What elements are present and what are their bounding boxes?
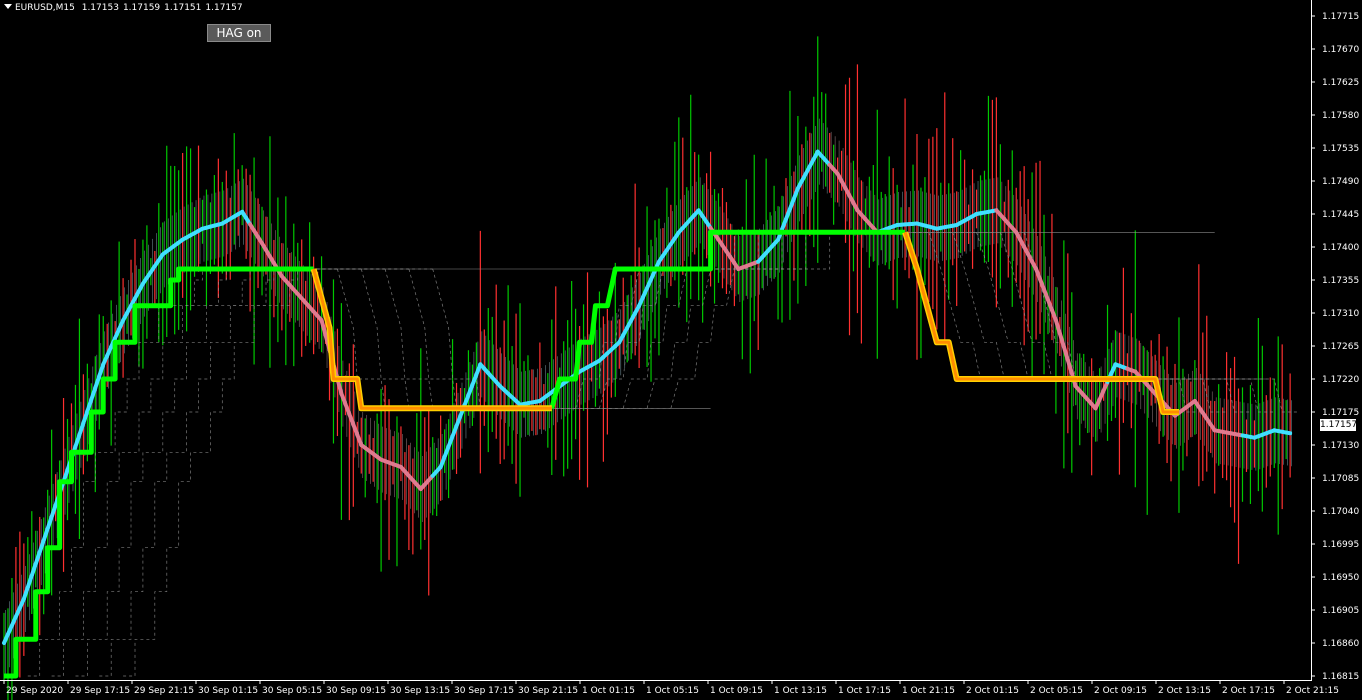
price-tick-label: 1.17355 [1322, 276, 1359, 286]
price-tick-label: 1.16815 [1322, 672, 1359, 682]
price-tick-label: 1.16950 [1322, 573, 1359, 583]
time-tick-label: 29 Sep 21:15 [134, 686, 194, 696]
time-tick-label: 2 Oct 01:15 [966, 686, 1019, 696]
time-tick-label: 1 Oct 13:15 [774, 686, 827, 696]
time-tick-label: 29 Sep 17:15 [70, 686, 130, 696]
chart-header: EURUSD,M15 1.17153 1.17159 1.17151 1.17157 [4, 3, 247, 13]
time-tick-label: 1 Oct 05:15 [646, 686, 699, 696]
price-tick-label: 1.17490 [1322, 177, 1359, 187]
time-tick-label: 2 Oct 13:15 [1158, 686, 1211, 696]
price-tick-label: 1.17670 [1322, 45, 1359, 55]
time-tick-label: 2 Oct 09:15 [1094, 686, 1147, 696]
price-tick-label: 1.16905 [1322, 606, 1359, 616]
price-tick-label: 1.16860 [1322, 639, 1359, 649]
price-tick-label: 1.17400 [1322, 243, 1359, 253]
price-tick-label: 1.17580 [1322, 111, 1359, 121]
price-tick-label: 1.17040 [1322, 507, 1359, 517]
current-price-label: 1.17157 [1320, 419, 1358, 431]
symbol-label: EURUSD,M15 [15, 3, 75, 13]
open-value: 1.17153 [81, 3, 119, 13]
price-tick-label: 1.17085 [1322, 474, 1359, 484]
time-tick-label: 2 Oct 17:15 [1222, 686, 1275, 696]
time-tick-label: 1 Oct 09:15 [710, 686, 763, 696]
price-tick-label: 1.17445 [1322, 210, 1359, 220]
high-value: 1.17159 [122, 3, 161, 13]
close-value: 1.17157 [205, 3, 243, 13]
time-tick-label: 1 Oct 01:15 [582, 686, 635, 696]
time-tick-label: 30 Sep 21:15 [518, 686, 578, 696]
time-tick-label: 30 Sep 17:15 [454, 686, 514, 696]
price-tick-label: 1.17715 [1322, 12, 1359, 22]
low-value: 1.17151 [164, 3, 202, 13]
time-tick-label: 30 Sep 09:15 [326, 686, 386, 696]
price-tick-label: 1.17130 [1322, 441, 1359, 451]
price-tick-label: 1.17175 [1322, 408, 1359, 418]
time-tick-label: 2 Oct 21:15 [1286, 686, 1339, 696]
ma-segment [1284, 430, 1293, 436]
time-tick-label: 2 Oct 05:15 [1030, 686, 1083, 696]
price-tick-label: 1.16995 [1322, 540, 1359, 550]
time-tick-label: 1 Oct 17:15 [838, 686, 891, 696]
time-tick-label: 30 Sep 01:15 [198, 686, 258, 696]
price-tick-label: 1.17535 [1322, 144, 1359, 154]
time-tick-label: 30 Sep 13:15 [390, 686, 450, 696]
time-tick-label: 30 Sep 05:15 [262, 686, 322, 696]
price-tick-label: 1.17220 [1322, 375, 1359, 385]
price-chart[interactable]: 1.17715 1.17670 1.17625 1.17580 1.17535 1.174… [0, 0, 1362, 700]
time-tick-label: 1 Oct 21:15 [902, 686, 955, 696]
time-tick-label: 29 Sep 2020 [6, 686, 63, 696]
dropdown-triangle-icon[interactable] [4, 4, 12, 9]
price-tick-label: 1.17310 [1322, 309, 1359, 319]
hag-toggle-button[interactable]: HAG on [207, 24, 271, 42]
price-tick-label: 1.17625 [1322, 78, 1359, 88]
price-tick-label: 1.17265 [1322, 342, 1359, 352]
plot-background [0, 0, 1362, 700]
